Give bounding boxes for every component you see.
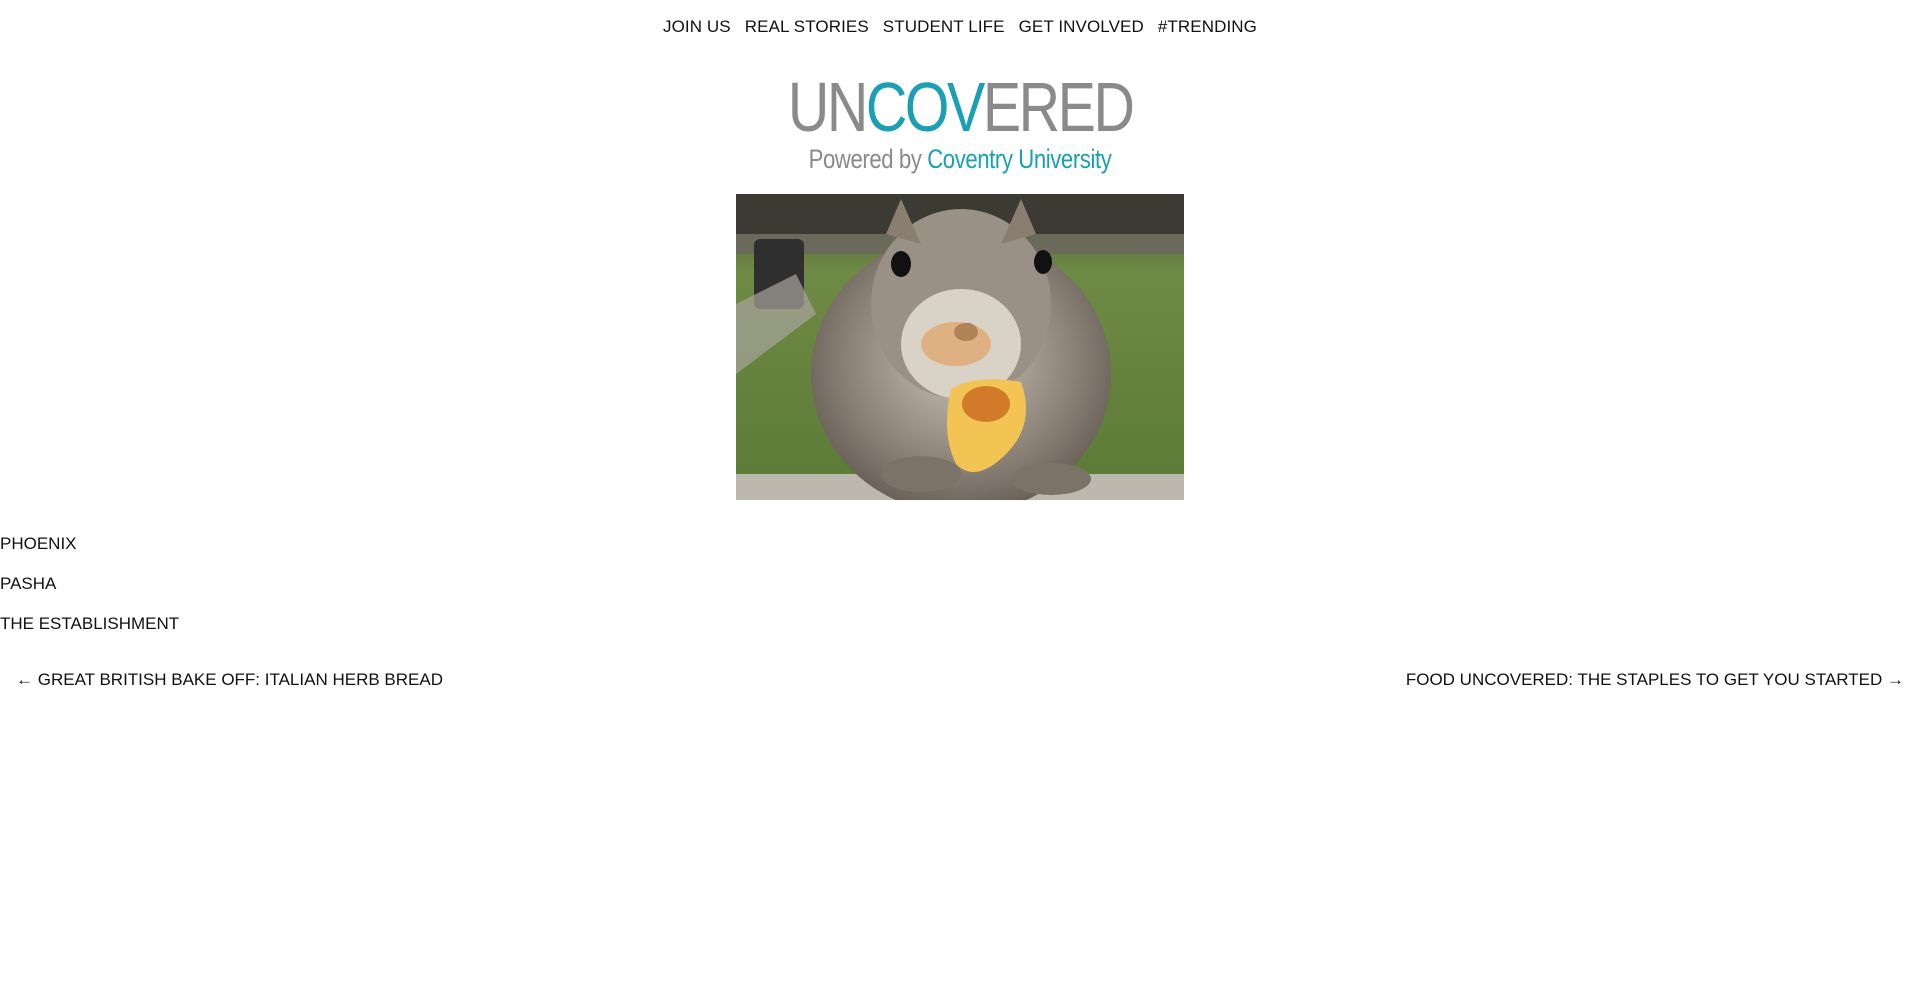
nav-trending[interactable]: #TRENDING [1158,17,1257,37]
arrow-left-icon: ← [16,670,33,689]
nav-real-stories[interactable]: REAL STORIES [745,17,869,37]
link-pasha[interactable]: PASHA [0,574,179,614]
link-the-establishment[interactable]: THE ESTABLISHMENT [0,614,179,654]
link-phoenix[interactable]: PHOENIX [0,534,179,574]
previous-post-link[interactable]: ← GREAT BRITISH BAKE OFF: ITALIAN HERB B… [16,670,443,690]
squirrel-photo-icon [736,194,1184,500]
hero-image [736,194,1184,500]
top-nav: JOIN US REAL STORIES STUDENT LIFE GET IN… [0,17,1920,37]
next-post-link[interactable]: FOOD UNCOVERED: THE STAPLES TO GET YOU S… [1406,670,1904,690]
previous-post-title: GREAT BRITISH BAKE OFF: ITALIAN HERB BRE… [37,670,443,689]
logo-wordmark: UNCOVERED [787,68,1135,146]
nav-join-us[interactable]: JOIN US [663,17,731,37]
nav-get-involved[interactable]: GET INVOLVED [1019,17,1144,37]
nav-student-life[interactable]: STUDENT LIFE [883,17,1005,37]
sidebar-links: PHOENIX PASHA THE ESTABLISHMENT [0,534,179,654]
arrow-right-icon: → [1887,670,1904,689]
next-post-title: FOOD UNCOVERED: THE STAPLES TO GET YOU S… [1405,670,1883,689]
site-logo[interactable]: UNCOVERED Powered by Coventry University [0,72,1920,174]
logo-tagline: Powered by Coventry University [808,144,1112,174]
